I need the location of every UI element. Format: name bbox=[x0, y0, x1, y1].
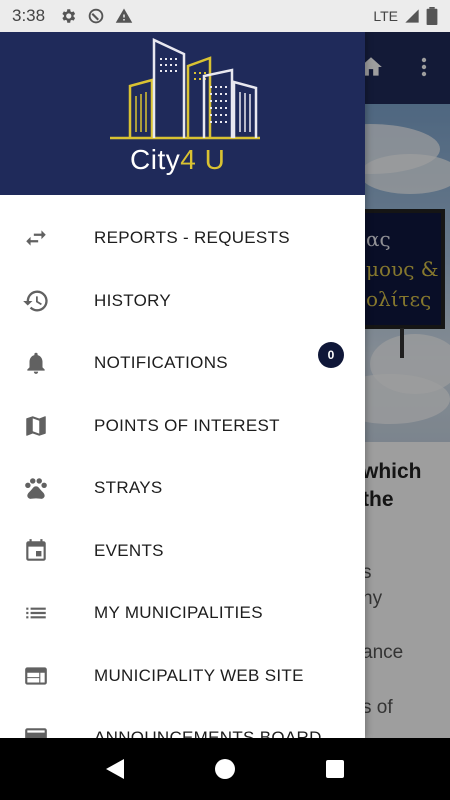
app-logo-text: City4 U bbox=[130, 144, 225, 176]
drawer-menu: REPORTS - REQUESTS HISTORY NOTIFICATIONS… bbox=[0, 207, 365, 738]
status-bar: 3:38 LTE bbox=[0, 0, 450, 32]
status-time: 3:38 bbox=[12, 6, 46, 25]
swap-arrows-icon bbox=[22, 224, 50, 252]
menu-item-label: POINTS OF INTEREST bbox=[94, 415, 280, 435]
menu-item-label: ANNOUNCEMENTS BOARD bbox=[94, 728, 322, 738]
bell-icon bbox=[22, 349, 50, 377]
system-nav-bar bbox=[0, 738, 450, 800]
sync-icon bbox=[88, 8, 104, 24]
calendar-icon bbox=[22, 537, 50, 565]
menu-item-label: EVENTS bbox=[94, 540, 164, 560]
menu-item-label: STRAYS bbox=[94, 478, 163, 498]
notification-count-badge: 0 bbox=[318, 342, 344, 368]
warning-icon bbox=[115, 8, 133, 23]
menu-item-reports-requests[interactable]: REPORTS - REQUESTS bbox=[0, 207, 365, 270]
city-skyline-logo-icon bbox=[110, 38, 260, 140]
menu-item-label: MY MUNICIPALITIES bbox=[94, 603, 263, 623]
navigation-drawer: City4 U REPORTS - REQUESTS HISTORY NOTIF… bbox=[0, 32, 365, 738]
network-type: LTE bbox=[373, 8, 398, 24]
menu-item-municipality-web-site[interactable]: MUNICIPALITY WEB SITE bbox=[0, 645, 365, 708]
battery-icon bbox=[426, 7, 438, 25]
board-icon bbox=[22, 724, 50, 738]
menu-item-history[interactable]: HISTORY bbox=[0, 270, 365, 333]
menu-item-label: REPORTS - REQUESTS bbox=[94, 228, 290, 248]
menu-item-events[interactable]: EVENTS bbox=[0, 520, 365, 583]
history-icon bbox=[22, 287, 50, 315]
drawer-header: City4 U bbox=[0, 32, 365, 195]
signal-icon bbox=[405, 9, 419, 23]
list-icon bbox=[22, 599, 50, 627]
map-icon bbox=[22, 412, 50, 440]
web-icon bbox=[22, 662, 50, 690]
menu-item-my-municipalities[interactable]: MY MUNICIPALITIES bbox=[0, 582, 365, 645]
menu-item-label: MUNICIPALITY WEB SITE bbox=[94, 665, 304, 685]
home-circle-icon[interactable] bbox=[213, 757, 237, 781]
status-icons-right: LTE bbox=[373, 7, 438, 25]
back-icon[interactable] bbox=[103, 757, 127, 781]
logo-accent: 4 U bbox=[180, 144, 226, 175]
logo-brand: City bbox=[130, 144, 181, 175]
menu-item-announcements-board[interactable]: ANNOUNCEMENTS BOARD bbox=[0, 707, 365, 738]
status-icons-left bbox=[59, 7, 133, 25]
menu-item-points-of-interest[interactable]: POINTS OF INTEREST bbox=[0, 395, 365, 458]
paw-icon bbox=[22, 474, 50, 502]
menu-item-label: NOTIFICATIONS bbox=[94, 353, 228, 373]
gear-icon bbox=[62, 9, 76, 23]
recents-square-icon[interactable] bbox=[323, 757, 347, 781]
menu-item-notifications[interactable]: NOTIFICATIONS 0 bbox=[0, 332, 365, 395]
menu-item-strays[interactable]: STRAYS bbox=[0, 457, 365, 520]
menu-item-label: HISTORY bbox=[94, 290, 172, 310]
